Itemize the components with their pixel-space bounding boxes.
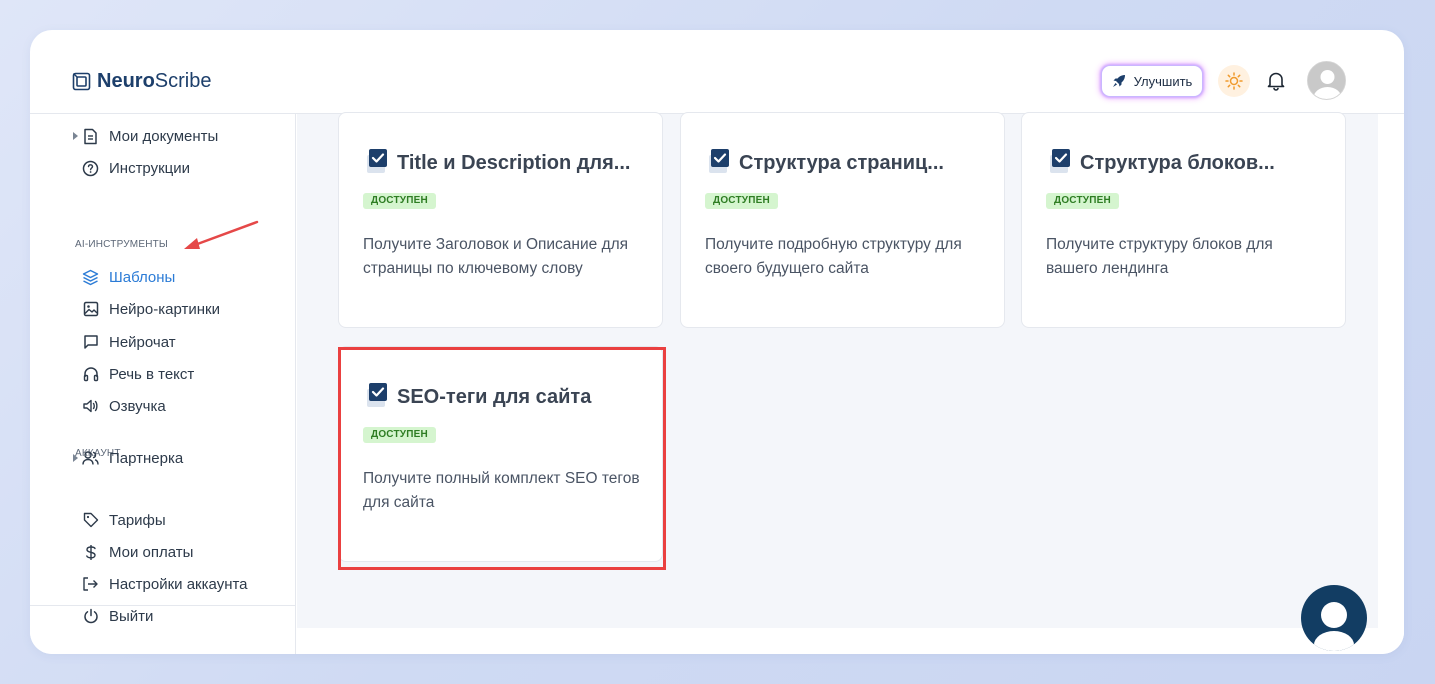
template-title: SEO-теги для сайта	[397, 386, 592, 408]
status-badge: ДОСТУПЕН	[705, 193, 778, 209]
top-header: NeuroScribe Улучшить	[30, 30, 1404, 114]
status-badge: ДОСТУПЕН	[363, 193, 436, 209]
template-checkbox-icon	[367, 149, 387, 173]
sidebar-item-label: Инструкции	[109, 159, 191, 177]
upgrade-label: Улучшить	[1133, 73, 1193, 89]
template-card[interactable]: SEO-теги для сайта ДОСТУПЕН Получите пол…	[338, 346, 663, 562]
sidebar-item-logout[interactable]: Выйти	[82, 604, 153, 628]
sun-icon	[1225, 72, 1243, 90]
sidebar-item-label: Шаблоны	[109, 268, 176, 286]
users-icon	[82, 450, 99, 467]
template-title: Структура страниц...	[739, 152, 944, 174]
sidebar-item-instructions[interactable]: Инструкции	[82, 156, 190, 180]
sidebar-item-label: Партнерка	[109, 449, 184, 467]
headphones-icon	[82, 366, 99, 383]
sidebar-item-label: Озвучка	[109, 397, 166, 415]
sidebar-item-speech-to-text[interactable]: Речь в текст	[82, 362, 194, 386]
document-icon	[82, 128, 99, 145]
template-description: Получите подробную структуру для своего …	[705, 236, 962, 277]
brand-name: NeuroScribe	[97, 70, 212, 92]
template-description: Получите Заголовок и Описание для страни…	[363, 236, 629, 277]
sidebar-item-label: Нейрочат	[109, 333, 176, 351]
template-checkbox-icon	[367, 383, 387, 407]
chat-widget-button[interactable]	[1301, 585, 1367, 651]
notifications-button[interactable]	[1266, 70, 1286, 92]
section-heading-ai-tools: AI-ИНСТРУМЕНТЫ	[75, 239, 168, 250]
template-card[interactable]: Title и Description для... ДОСТУПЕН Полу…	[338, 112, 663, 328]
template-title: Title и Description для...	[397, 152, 631, 174]
bell-icon	[1267, 71, 1285, 91]
sidebar: Мои документы Инструкции AI-ИНСТРУМЕНТЫ …	[30, 114, 296, 654]
help-circle-icon	[82, 160, 99, 177]
template-card[interactable]: Структура блоков... ДОСТУПЕН Получите ст…	[1021, 112, 1346, 328]
sidebar-item-label: Нейро-картинки	[109, 300, 220, 318]
avatar[interactable]	[1307, 61, 1346, 100]
sidebar-divider	[30, 605, 296, 606]
template-checkbox-icon	[709, 149, 729, 173]
annotation-arrow-icon	[184, 220, 259, 249]
template-checkbox-icon	[1050, 149, 1070, 173]
template-description: Получите структуру блоков для вашего лен…	[1046, 236, 1273, 277]
sidebar-item-tariffs[interactable]: Тарифы	[82, 508, 166, 532]
template-title: Структура блоков...	[1080, 152, 1275, 174]
sidebar-item-documents[interactable]: Мои документы	[82, 124, 218, 148]
tag-icon	[82, 512, 99, 529]
layers-icon	[82, 269, 99, 286]
logo-icon	[72, 72, 91, 91]
rocket-icon	[1112, 74, 1126, 88]
sidebar-item-account-settings[interactable]: Настройки аккаунта	[82, 572, 248, 596]
status-badge: ДОСТУПЕН	[1046, 193, 1119, 209]
expand-caret-icon[interactable]	[73, 454, 78, 462]
expand-caret-icon[interactable]	[73, 132, 78, 140]
chat-icon	[82, 334, 99, 351]
sidebar-item-neurochat[interactable]: Нейрочат	[82, 330, 176, 354]
templates-grid: Title и Description для... ДОСТУПЕН Полу…	[297, 112, 1378, 628]
image-icon	[82, 301, 99, 318]
app-window: NeuroScribe Улучшить Мои документы Инстр…	[30, 30, 1404, 654]
sidebar-item-label: Мои документы	[109, 127, 219, 145]
support-agent-icon	[1314, 602, 1354, 651]
footer-strip	[297, 628, 1404, 654]
login-icon	[82, 576, 99, 593]
template-description: Получите полный комплект SEO тегов для с…	[363, 470, 640, 511]
brand-logo[interactable]: NeuroScribe	[72, 69, 212, 93]
upgrade-button[interactable]: Улучшить	[1101, 65, 1203, 97]
sidebar-item-label: Речь в текст	[109, 365, 195, 383]
sidebar-item-voiceover[interactable]: Озвучка	[82, 394, 166, 418]
sidebar-item-label: Настройки аккаунта	[109, 575, 248, 593]
sidebar-item-neuro-images[interactable]: Нейро-картинки	[82, 297, 220, 321]
template-card[interactable]: Структура страниц... ДОСТУПЕН Получите п…	[680, 112, 1005, 328]
sidebar-item-payments[interactable]: Мои оплаты	[82, 540, 193, 564]
sidebar-item-label: Тарифы	[109, 511, 166, 529]
sidebar-item-templates[interactable]: Шаблоны	[82, 265, 175, 289]
dollar-icon	[82, 544, 99, 561]
power-icon	[82, 608, 99, 625]
sidebar-item-label: Выйти	[109, 607, 154, 625]
speaker-icon	[82, 398, 99, 415]
status-badge: ДОСТУПЕН	[363, 427, 436, 443]
theme-toggle[interactable]	[1218, 65, 1250, 97]
sidebar-item-label: Мои оплаты	[109, 543, 194, 561]
sidebar-item-partners[interactable]: Партнерка	[82, 446, 183, 470]
